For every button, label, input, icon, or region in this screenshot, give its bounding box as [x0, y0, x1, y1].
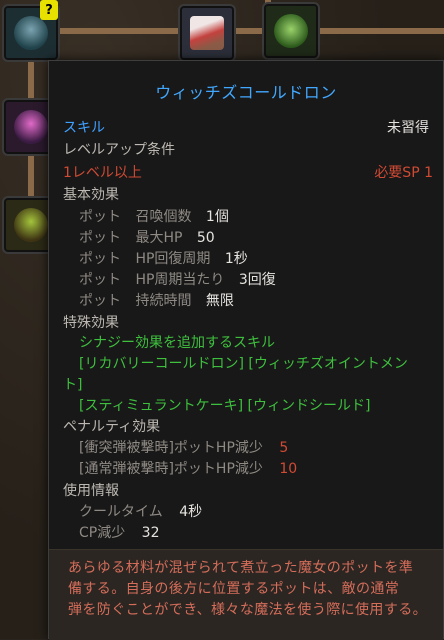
levelup-label: レベルアップ条件: [63, 142, 175, 158]
usage-row: CP減少 32: [79, 525, 160, 541]
penalty-label: ペナルティ効果: [63, 419, 161, 435]
usage-row: クールタイム 4秒: [79, 504, 203, 520]
synergy-skills-line3: [スティミュラントケーキ] [ウィンドシールド]: [79, 398, 371, 414]
skill-description: あらゆる材料が混ぜられて煮立った魔女のポットを準 備する。自身の後方に位置するポ…: [49, 549, 443, 640]
question-badge-icon: ?: [40, 0, 58, 20]
basic-effect-row: ポット HP回復周期 1秒: [79, 251, 248, 267]
basic-effect-label: 基本効果: [63, 187, 119, 203]
goblin-icon: [274, 14, 308, 48]
skill-status: 未習得: [387, 120, 429, 136]
cauldron-icon: [14, 16, 48, 50]
special-effect-label: 特殊効果: [63, 315, 119, 331]
skill-tooltip: ウィッチズコールドロン スキル 未習得 レベルアップ条件 1レベル以上 必要SP…: [48, 60, 444, 640]
level-requirement: 1レベル以上: [63, 165, 142, 181]
tree-connector: [60, 28, 180, 34]
synergy-label: シナジー効果を追加するスキル: [79, 335, 275, 351]
description-line: 弾を防ぐことができ、様々な魔法を使う際に使用する。: [68, 602, 428, 618]
penalty-row: [衝突弾被撃時]ポットHP減少 5: [79, 440, 289, 456]
basic-effect-row: ポット 持続時間 無限: [79, 293, 234, 309]
penalty-row: [通常弾被撃時]ポットHP減少 10: [79, 461, 298, 477]
synergy-skills-line1: [リカバリーコールドロン] [ウィッチズオイントメン: [79, 356, 408, 372]
skill-title: ウィッチズコールドロン: [155, 83, 337, 102]
tree-connector: [28, 58, 34, 98]
usage-label: 使用情報: [63, 483, 119, 499]
basic-effect-row: ポット HP周期当たり 3回復: [79, 272, 276, 288]
sp-requirement: 必要SP 1: [374, 165, 433, 181]
tree-connector: [28, 152, 34, 196]
skill-node-cake[interactable]: [178, 4, 236, 62]
basic-effect-row: ポット 召喚個数 1個: [79, 209, 229, 225]
tree-connector: [318, 28, 444, 34]
synergy-skills-line2: ト]: [63, 377, 83, 393]
description-line: 備する。自身の後方に位置するポットは、敵の通常: [68, 581, 400, 597]
pink-cauldron-icon: [14, 110, 48, 144]
basic-effect-row: ポット 最大HP 50: [79, 230, 215, 246]
skill-node-goblin[interactable]: [262, 2, 320, 60]
cake-icon: [190, 16, 224, 50]
green-cauldron-icon: [14, 208, 48, 242]
description-line: あらゆる材料が混ぜられて煮立った魔女のポットを準: [68, 560, 414, 576]
skill-type-label: スキル: [63, 120, 105, 136]
